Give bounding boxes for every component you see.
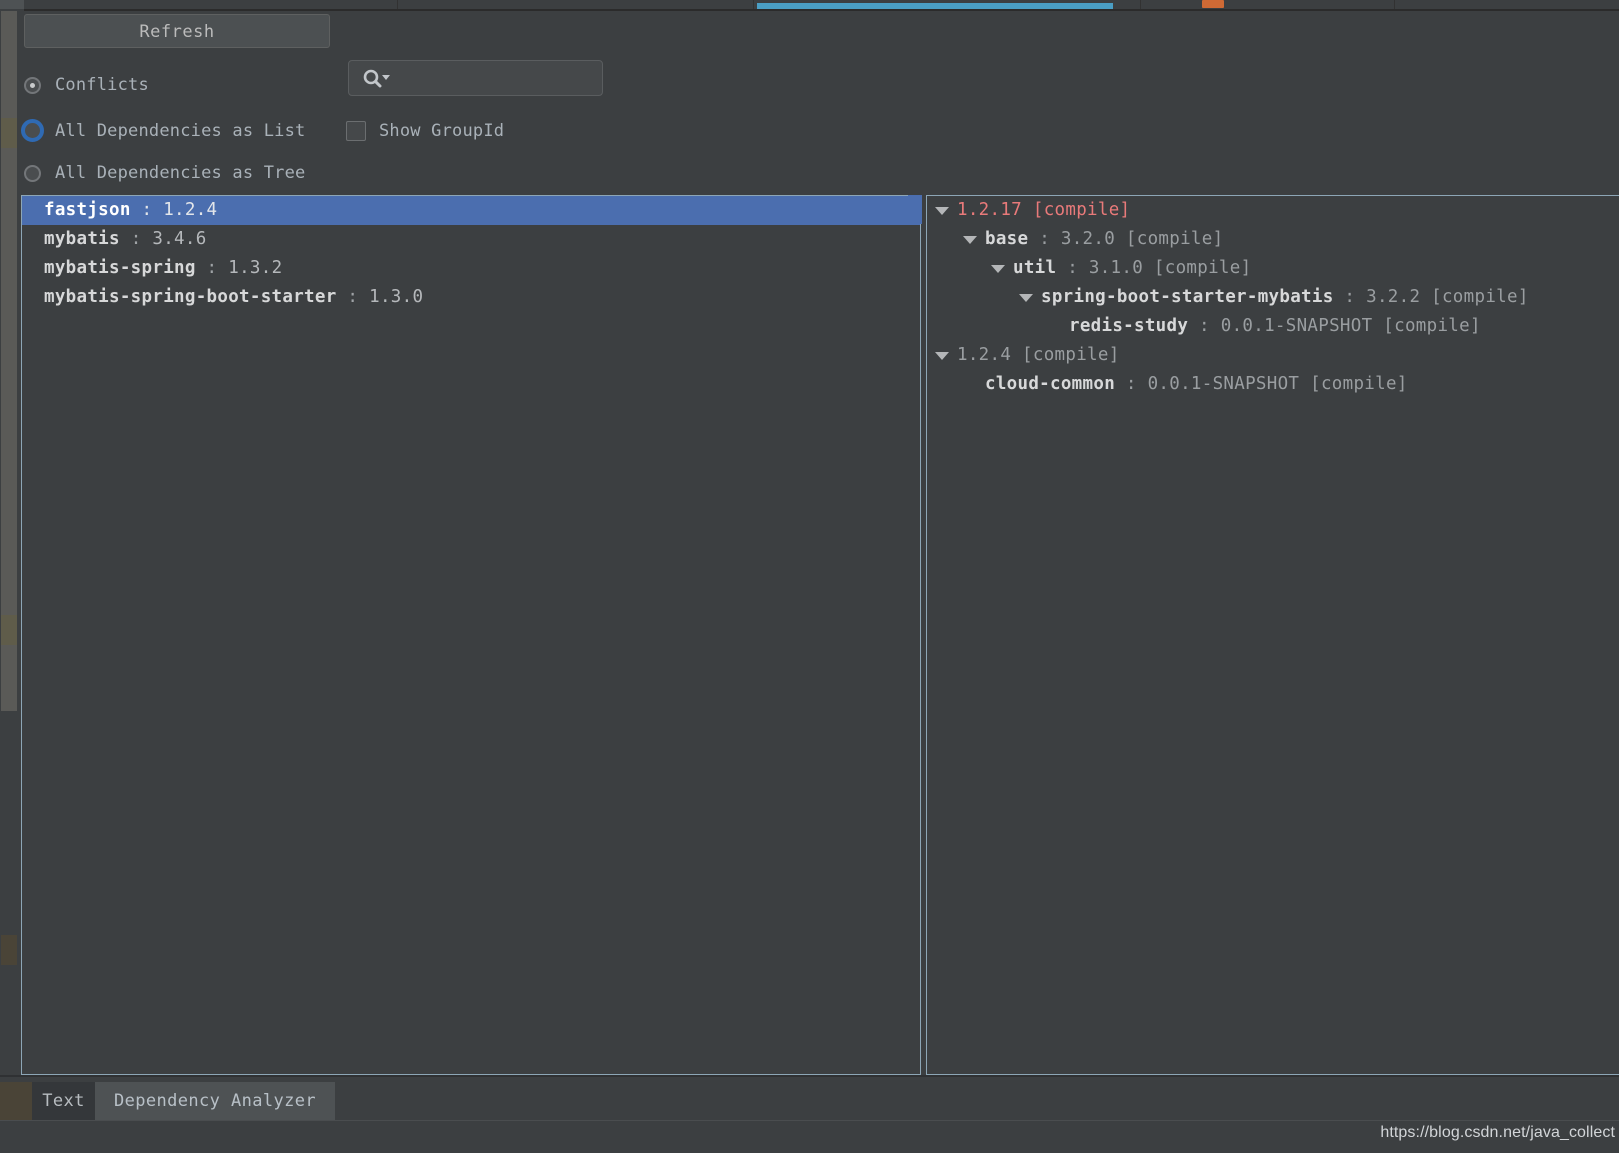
tree-row-scope: [compile] xyxy=(1153,258,1252,278)
tree-row-label: redis-study : 0.0.1-SNAPSHOT [compile] xyxy=(1069,312,1481,341)
editor-scrollbar[interactable] xyxy=(0,11,18,1153)
list-item-version: 3.4.6 xyxy=(152,229,207,249)
tree-row-label: spring-boot-starter-mybatis : 3.2.2 [com… xyxy=(1041,283,1529,312)
search-input[interactable] xyxy=(348,60,603,96)
tab-strip-segment xyxy=(1266,0,1395,9)
list-item[interactable]: mybatis-spring : 1.3.2 xyxy=(22,254,920,283)
bottom-bar-divider xyxy=(0,1075,1619,1077)
dependency-analyzer-window: Refresh Conflicts All Dependencies as Li… xyxy=(0,0,1619,1153)
chevron-down-icon[interactable] xyxy=(963,236,977,244)
search-icon[interactable] xyxy=(361,68,391,90)
scrollbar-thumb[interactable] xyxy=(1,11,17,711)
tree-row-label: util : 3.1.0 [compile] xyxy=(1013,254,1251,283)
option-all-dependencies-as-list-label: All Dependencies as List xyxy=(55,121,306,141)
list-item-artifact: mybatis-spring xyxy=(44,258,196,278)
tab-strip-segment xyxy=(1396,0,1619,9)
list-item-version: 1.2.4 xyxy=(163,200,218,220)
scrollbar-marker xyxy=(1,615,17,645)
list-item-separator: : xyxy=(347,287,359,307)
tree-row-artifact: cloud-common xyxy=(985,374,1116,394)
chevron-down-icon[interactable] xyxy=(1019,294,1033,302)
option-show-groupid-label: Show GroupId xyxy=(379,121,505,141)
tree-row-separator: : xyxy=(1125,374,1137,394)
chevron-down-icon[interactable] xyxy=(935,352,949,360)
list-item-artifact: fastjson xyxy=(44,200,131,220)
tree-row-label: cloud-common : 0.0.1-SNAPSHOT [compile] xyxy=(985,370,1408,399)
tree-row-separator: : xyxy=(1039,229,1051,249)
radio-all-dependencies-as-tree[interactable] xyxy=(24,165,41,182)
list-item-version: 1.3.0 xyxy=(369,287,424,307)
list-item[interactable]: mybatis-spring-boot-starter : 1.3.0 xyxy=(22,283,920,312)
file-type-icon xyxy=(1202,0,1224,8)
scrollbar-marker xyxy=(1,118,17,148)
tree-selection-indicator xyxy=(908,195,922,224)
tree-row-label: base : 3.2.0 [compile] xyxy=(985,225,1223,254)
tree-row-artifact: spring-boot-starter-mybatis xyxy=(1041,287,1334,307)
list-item-separator: : xyxy=(141,200,153,220)
tree-row-scope: [compile] xyxy=(1431,287,1529,307)
tree-row-label: 1.2.17 [compile] xyxy=(957,196,1130,225)
list-item[interactable]: mybatis : 3.4.6 xyxy=(22,225,920,254)
tree-row-scope: [compile] xyxy=(1310,374,1408,394)
dependency-analyzer-panel: Refresh Conflicts All Dependencies as Li… xyxy=(18,11,1619,1153)
list-item-separator: : xyxy=(130,229,142,249)
radio-all-dependencies-as-list[interactable] xyxy=(21,119,44,142)
option-conflicts-label: Conflicts xyxy=(55,75,149,95)
tree-row-artifact: base xyxy=(985,229,1029,249)
conflict-list[interactable]: fastjson : 1.2.4 mybatis : 3.4.6 mybatis-s… xyxy=(22,196,920,312)
tree-row-version: 1.2.17 xyxy=(957,200,1023,220)
chevron-down-icon[interactable] xyxy=(991,265,1005,273)
dependency-tree[interactable]: 1.2.17 [compile] base : 3.2.0 [compile] ut… xyxy=(927,196,1619,399)
option-all-dependencies-as-tree-label: All Dependencies as Tree xyxy=(55,163,306,183)
tree-row-scope: [compile] xyxy=(1383,316,1481,336)
tab-strip-filler xyxy=(335,1082,1619,1120)
ide-tab-strip-sliver xyxy=(0,0,1619,11)
tree-row-artifact: util xyxy=(1013,258,1057,278)
tree-row-separator: : xyxy=(1199,316,1210,336)
tree-row-version: 3.2.0 xyxy=(1060,229,1116,249)
tree-row-separator: : xyxy=(1067,258,1079,278)
list-item[interactable]: fastjson : 1.2.4 xyxy=(22,196,920,225)
tree-row[interactable]: 1.2.4 [compile] xyxy=(927,341,1619,370)
watermark-divider xyxy=(0,1120,1619,1121)
tab-strip-segment xyxy=(24,0,398,9)
list-item-artifact: mybatis-spring-boot-starter xyxy=(44,287,337,307)
tree-row[interactable]: redis-study : 0.0.1-SNAPSHOT [compile] xyxy=(927,312,1619,341)
tree-row[interactable]: base : 3.2.0 [compile] xyxy=(927,225,1619,254)
list-item-artifact: mybatis xyxy=(44,229,120,249)
checkbox-show-groupid[interactable] xyxy=(346,121,366,141)
refresh-button[interactable]: Refresh xyxy=(24,14,330,48)
tab-dependency-analyzer[interactable]: Dependency Analyzer xyxy=(95,1082,335,1120)
bottom-tab-bar: Text Dependency Analyzer https://blog.cs… xyxy=(0,1075,1619,1153)
tree-row[interactable]: spring-boot-starter-mybatis : 3.2.2 [com… xyxy=(927,283,1619,312)
scrollbar-marker xyxy=(1,935,17,965)
tree-row[interactable]: cloud-common : 0.0.1-SNAPSHOT [compile] xyxy=(927,370,1619,399)
tree-row-artifact: redis-study xyxy=(1069,316,1189,336)
list-item-version: 1.3.2 xyxy=(228,258,283,278)
tree-row-version: 1.2.4 xyxy=(957,345,1012,365)
tree-row[interactable]: 1.2.17 [compile] xyxy=(927,196,1619,225)
tab-text[interactable]: Text xyxy=(32,1082,95,1120)
conflict-list-panel[interactable]: fastjson : 1.2.4 mybatis : 3.4.6 mybatis-s… xyxy=(21,195,921,1075)
tab-strip-segment xyxy=(398,0,754,9)
tab-strip-segment xyxy=(0,0,24,9)
chevron-down-icon[interactable] xyxy=(935,207,949,215)
tree-row-scope: [compile] xyxy=(1022,345,1120,365)
radio-conflicts[interactable] xyxy=(24,77,41,94)
tree-row-scope: [compile] xyxy=(1032,200,1131,220)
tree-row-version: 3.1.0 xyxy=(1088,258,1144,278)
tree-row[interactable]: util : 3.1.0 [compile] xyxy=(927,254,1619,283)
dependency-tree-panel[interactable]: 1.2.17 [compile] base : 3.2.0 [compile] ut… xyxy=(926,195,1619,1075)
tree-row-version: 3.2.2 xyxy=(1366,287,1421,307)
list-item-separator: : xyxy=(206,258,218,278)
tree-row-label: 1.2.4 [compile] xyxy=(957,341,1120,370)
editor-tabs: Text Dependency Analyzer xyxy=(0,1082,1619,1120)
watermark: https://blog.csdn.net/java_collect xyxy=(1380,1124,1615,1141)
tree-row-separator: : xyxy=(1344,287,1356,307)
tree-row-version: 0.0.1-SNAPSHOT xyxy=(1147,374,1300,394)
tree-row-version: 0.0.1-SNAPSHOT xyxy=(1220,316,1373,336)
tree-row-scope: [compile] xyxy=(1125,229,1224,249)
